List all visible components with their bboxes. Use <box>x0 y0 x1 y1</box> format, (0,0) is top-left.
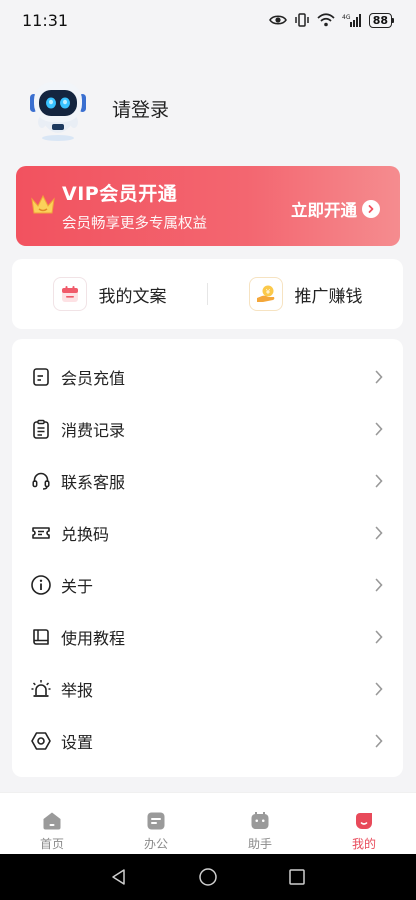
quick-actions: 我的文案 ¥ 推广赚钱 <box>12 259 403 329</box>
robot-avatar-icon <box>30 82 86 141</box>
home-icon <box>43 812 61 830</box>
home-circle-icon[interactable] <box>198 867 218 887</box>
chevron-right-icon <box>375 526 383 540</box>
signal-icon: 4G <box>342 14 361 27</box>
profile-header[interactable]: 请登录 <box>22 72 169 144</box>
menu-label-about: 关于 <box>61 577 94 596</box>
tab-office[interactable]: 办公 <box>104 793 208 855</box>
chevron-right-icon <box>375 682 383 696</box>
ticket-icon <box>30 522 52 544</box>
office-icon <box>147 812 165 830</box>
status-bar: 11:31 4G 88 <box>0 0 416 40</box>
menu-label-settings: 设置 <box>61 733 94 752</box>
status-time: 11:31 <box>22 10 69 30</box>
menu-item-redeem-code[interactable]: 兑换码 <box>12 507 403 559</box>
eye-icon <box>268 15 287 25</box>
my-copywriting-button[interactable]: 我的文案 <box>12 277 207 311</box>
menu-item-settings[interactable]: 设置 <box>12 715 403 767</box>
chevron-right-icon <box>375 578 383 592</box>
settings-menu: 会员充值 消费记录 联系客服 兑换码 关于 使用教程 举报 设置 <box>12 339 403 777</box>
headset-icon <box>30 470 52 492</box>
network-label: 4G <box>342 14 351 21</box>
wifi-icon <box>317 13 335 27</box>
svg-text:¥: ¥ <box>265 288 270 296</box>
calendar-icon <box>52 277 87 311</box>
alarm-siren-icon <box>30 678 52 700</box>
back-icon[interactable] <box>110 868 128 886</box>
chevron-right-icon <box>375 474 383 488</box>
vibrate-icon <box>294 13 309 27</box>
info-icon <box>30 574 52 596</box>
arrow-right-circle-icon <box>362 200 380 218</box>
clipboard-list-icon <box>30 418 52 440</box>
promote-earn-label: 推广赚钱 <box>294 286 363 307</box>
promote-earn-button[interactable]: ¥ 推广赚钱 <box>208 277 403 311</box>
hand-coin-icon: ¥ <box>248 277 283 311</box>
menu-item-about[interactable]: 关于 <box>12 559 403 611</box>
tab-mine[interactable]: 我的 <box>312 793 416 855</box>
chevron-right-icon <box>375 630 383 644</box>
mine-icon <box>356 813 372 829</box>
status-icons: 4G 88 <box>268 12 394 28</box>
vip-subtitle: 会员畅享更多专属权益 <box>62 216 207 232</box>
menu-item-tutorial[interactable]: 使用教程 <box>12 611 403 663</box>
chevron-right-icon <box>375 370 383 384</box>
crown-icon <box>31 194 55 214</box>
settings-hexagon-icon <box>30 730 52 752</box>
system-navigation-bar <box>0 854 416 900</box>
battery-level: 88 <box>368 12 392 28</box>
tab-assistant[interactable]: 助手 <box>208 793 312 855</box>
tab-assistant-label: 助手 <box>247 837 272 851</box>
book-icon <box>30 626 52 648</box>
document-icon <box>30 366 52 388</box>
login-prompt[interactable]: 请登录 <box>112 95 169 122</box>
chevron-right-icon <box>375 734 383 748</box>
menu-item-consumption-records[interactable]: 消费记录 <box>12 403 403 455</box>
robot-icon <box>251 812 269 829</box>
vip-open-label: 立即开通 <box>291 201 357 220</box>
menu-label-consumption-records: 消费记录 <box>61 421 126 440</box>
menu-item-customer-service[interactable]: 联系客服 <box>12 455 403 507</box>
chevron-right-icon <box>375 422 383 436</box>
menu-label-redeem-code: 兑换码 <box>61 525 110 544</box>
battery-indicator: 88 <box>368 12 394 28</box>
menu-label-recharge: 会员充值 <box>61 369 126 388</box>
menu-label-tutorial: 使用教程 <box>61 629 126 648</box>
bottom-tab-bar: 首页 办公 助手 我的 <box>0 792 416 855</box>
tab-home-label: 首页 <box>39 837 64 851</box>
menu-item-report[interactable]: 举报 <box>12 663 403 715</box>
vip-banner[interactable]: VIP会员开通 会员畅享更多专属权益 立即开通 <box>16 166 400 246</box>
battery-tip <box>392 17 394 23</box>
menu-label-customer-service: 联系客服 <box>61 473 126 492</box>
menu-item-recharge[interactable]: 会员充值 <box>12 351 403 403</box>
tab-home[interactable]: 首页 <box>0 793 104 855</box>
my-copywriting-label: 我的文案 <box>98 286 167 307</box>
tab-mine-label: 我的 <box>351 837 376 851</box>
menu-label-report: 举报 <box>61 681 94 700</box>
vip-title: VIP会员开通 <box>62 183 178 205</box>
vip-open-button[interactable]: 立即开通 <box>291 197 380 221</box>
recents-icon[interactable] <box>288 868 306 886</box>
tab-office-label: 办公 <box>143 837 168 851</box>
